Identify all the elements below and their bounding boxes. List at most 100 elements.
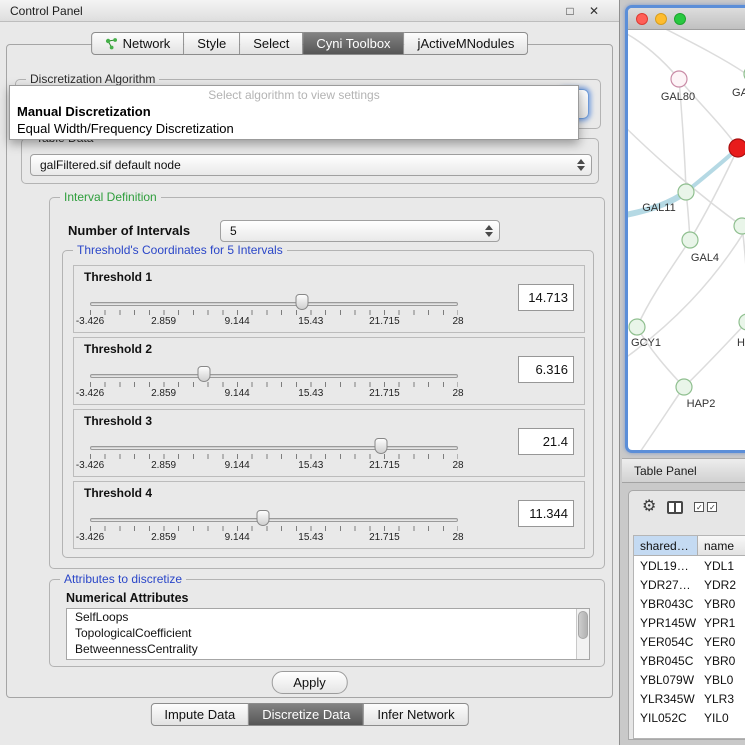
bottom-tabbar: Impute Data Discretize Data Infer Networ…: [150, 703, 468, 726]
group-title: Threshold's Coordinates for 5 Intervals: [73, 243, 287, 257]
column-header-shared-name[interactable]: shared…: [634, 536, 698, 556]
table-row[interactable]: YIL052CYIL0: [634, 708, 745, 727]
tick-label: 9.144: [225, 532, 250, 543]
list-item[interactable]: TopologicalCoefficient: [67, 625, 589, 641]
slider-thumb[interactable]: [256, 510, 269, 526]
tick-label: 21.715: [369, 316, 400, 327]
dropdown-item-manual-discretization[interactable]: Manual Discretization: [10, 103, 578, 120]
table-header-row: shared… name: [634, 536, 745, 556]
table-row[interactable]: YDR27…YDR2: [634, 575, 745, 594]
tab-discretize-data[interactable]: Discretize Data: [249, 703, 364, 726]
window-title: Control Panel: [10, 4, 83, 18]
threshold-value-input[interactable]: 11.344: [518, 500, 574, 527]
threshold-value-input[interactable]: 21.4: [518, 428, 574, 455]
network-node[interactable]: [682, 232, 698, 248]
slider-thumb[interactable]: [374, 438, 387, 454]
network-node[interactable]: [734, 218, 745, 234]
float-window-icon[interactable]: □: [563, 4, 577, 18]
num-intervals-value: 5: [230, 224, 237, 238]
tab-network[interactable]: Network: [91, 32, 185, 55]
table-row[interactable]: YDL19…YDL1: [634, 556, 745, 575]
slider-track: [90, 374, 458, 378]
network-node[interactable]: [678, 184, 694, 200]
network-node[interactable]: [671, 71, 687, 87]
tick-label: 15.43: [298, 388, 323, 399]
algorithm-dropdown-popup: Select algorithm to view settings Manual…: [9, 85, 579, 140]
num-intervals-select[interactable]: 5: [220, 220, 500, 242]
list-scrollbar[interactable]: [576, 609, 589, 659]
checkbox-icon[interactable]: ✓: [694, 502, 704, 512]
threshold-value-input[interactable]: 14.713: [518, 284, 574, 311]
tab-jactivemnodules[interactable]: jActiveMNodules: [405, 32, 529, 55]
column-header-name[interactable]: name: [698, 536, 745, 556]
zoom-button[interactable]: [674, 13, 686, 25]
dropdown-item-equal-width-frequency[interactable]: Equal Width/Frequency Discretization: [10, 120, 578, 137]
threshold-slider[interactable]: -3.4262.8599.14415.4321.71528: [90, 292, 458, 332]
close-icon[interactable]: ✕: [587, 4, 601, 18]
network-icon: [105, 38, 118, 50]
list-item[interactable]: BetweennessCentrality: [67, 641, 589, 657]
threshold-slider[interactable]: -3.4262.8599.14415.4321.71528: [90, 508, 458, 548]
table-cell: YDL19…: [634, 559, 698, 573]
tick-label: 9.144: [225, 316, 250, 327]
scrollbar-thumb[interactable]: [578, 611, 588, 639]
tab-cyni-toolbox[interactable]: Cyni Toolbox: [303, 32, 404, 55]
slider-tick-labels: -3.4262.8599.14415.4321.71528: [90, 532, 458, 544]
tick-label: 28: [452, 388, 463, 399]
table-row[interactable]: YPR145WYPR1: [634, 613, 745, 632]
tab-select[interactable]: Select: [240, 32, 303, 55]
stepper-icon: [577, 159, 585, 171]
checkbox-icon[interactable]: ✓: [707, 502, 717, 512]
tab-label: Impute Data: [164, 707, 235, 722]
threshold-slider[interactable]: -3.4262.8599.14415.4321.71528: [90, 364, 458, 404]
table-row[interactable]: YBR043CYBR0: [634, 594, 745, 613]
interval-definition-group: Interval Definition Number of Intervals …: [49, 197, 605, 569]
gear-icon[interactable]: ⚙: [642, 499, 656, 515]
tab-label: jActiveMNodules: [418, 36, 515, 51]
threshold-label: Threshold 1: [84, 270, 152, 284]
apply-button[interactable]: Apply: [271, 671, 348, 694]
list-item[interactable]: SelfLoops: [67, 609, 589, 625]
slider-thumb[interactable]: [198, 366, 211, 382]
tick-label: 2.859: [151, 460, 176, 471]
table-row[interactable]: YLR345WYLR3: [634, 689, 745, 708]
table-panel-title: Table Panel: [634, 464, 697, 478]
slider-thumb[interactable]: [296, 294, 309, 310]
tab-style[interactable]: Style: [184, 32, 240, 55]
table-cell: YER0: [698, 635, 745, 649]
threshold-slider[interactable]: -3.4262.8599.14415.4321.71528: [90, 436, 458, 476]
network-node[interactable]: [729, 139, 745, 157]
columns-icon[interactable]: [667, 501, 683, 514]
network-window-titlebar: [628, 8, 745, 30]
network-node[interactable]: [676, 379, 692, 395]
right-region: GAL80GAGAL11GAL4GCY1HHAP2 Table Panel ⚙ …: [621, 0, 745, 745]
table-row[interactable]: YBR045CYBR0: [634, 651, 745, 670]
tab-impute-data[interactable]: Impute Data: [150, 703, 249, 726]
numerical-attributes-label: Numerical Attributes: [66, 591, 188, 605]
threshold-label: Threshold 2: [84, 342, 152, 356]
network-view-window: GAL80GAGAL11GAL4GCY1HHAP2: [625, 5, 745, 453]
minimize-button[interactable]: [655, 13, 667, 25]
control-panel-titlebar: Control Panel □ ✕: [0, 0, 619, 22]
network-node[interactable]: [629, 319, 645, 335]
close-button[interactable]: [636, 13, 648, 25]
tab-infer-network[interactable]: Infer Network: [364, 703, 468, 726]
threshold-label: Threshold 3: [84, 414, 152, 428]
tick-label: 9.144: [225, 388, 250, 399]
tick-label: 15.43: [298, 460, 323, 471]
table-row[interactable]: YBL079WYBL0: [634, 670, 745, 689]
tick-label: 21.715: [369, 532, 400, 543]
tick-label: 21.715: [369, 388, 400, 399]
control-panel-window: Control Panel □ ✕ Network Style Select C…: [0, 0, 620, 745]
numerical-attributes-list: SelfLoops TopologicalCoefficient Between…: [66, 608, 590, 660]
table-row[interactable]: YER054CYER0: [634, 632, 745, 651]
table-data-select[interactable]: galFiltered.sif default node: [30, 154, 592, 176]
network-canvas[interactable]: GAL80GAGAL11GAL4GCY1HHAP2: [628, 30, 745, 450]
threshold-value-input[interactable]: 6.316: [518, 356, 574, 383]
slider-track: [90, 518, 458, 522]
dropdown-placeholder-item: Select algorithm to view settings: [10, 86, 578, 103]
table-cell: YLR345W: [634, 692, 698, 706]
network-node[interactable]: [739, 314, 745, 330]
table-toolbar: ⚙ ✓ ✓: [629, 491, 745, 523]
tick-label: -3.426: [76, 532, 104, 543]
